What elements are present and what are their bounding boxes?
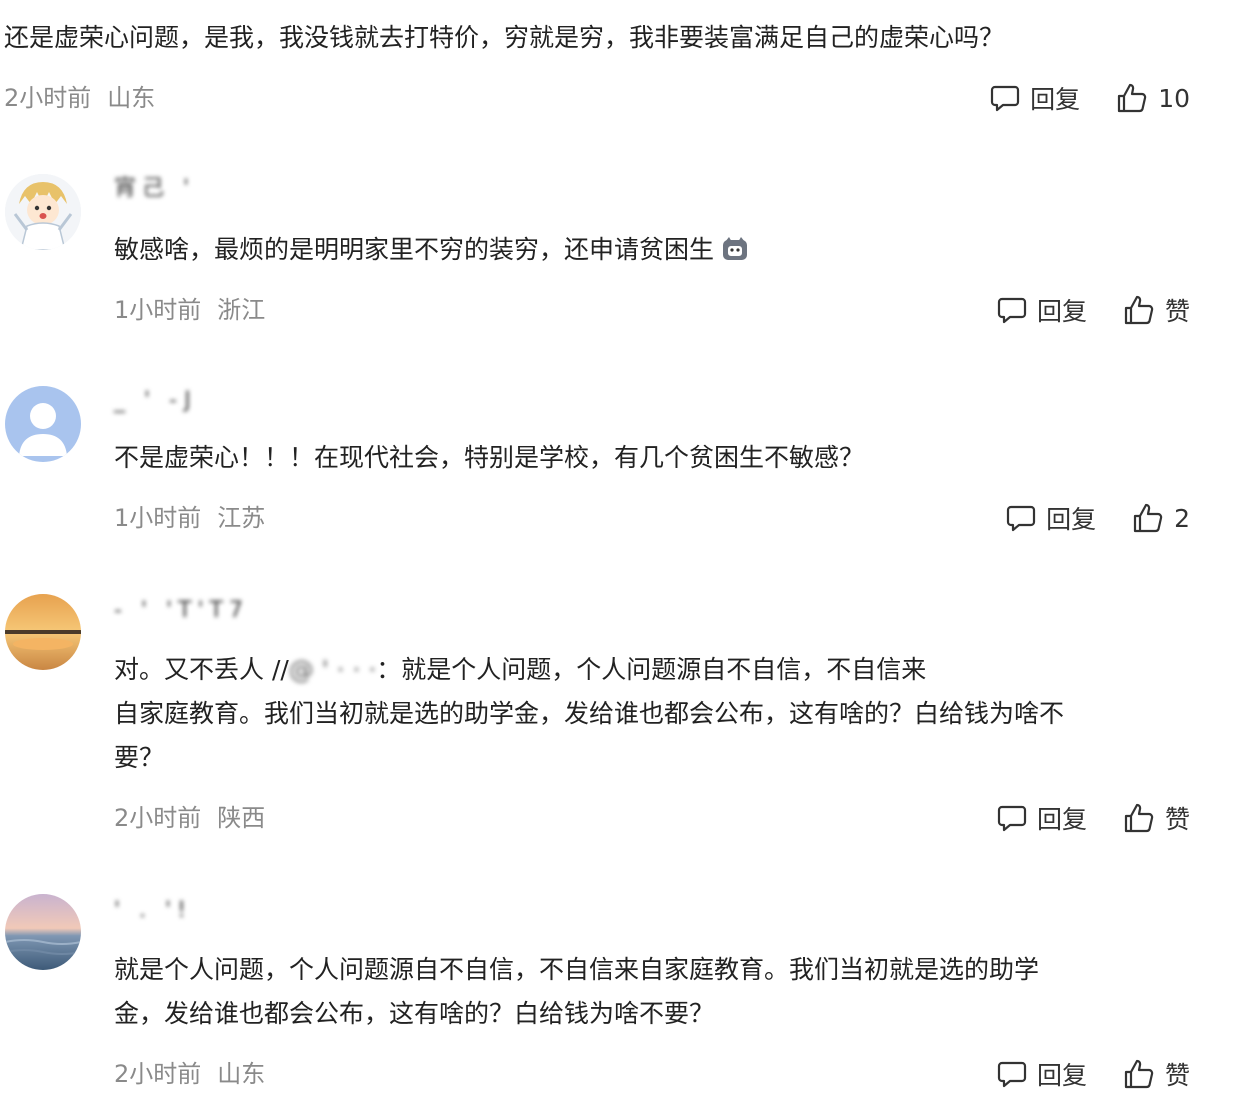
- comment-bubble-icon: [991, 85, 1020, 112]
- comment-text-prefix: 对。又不丢人 //: [114, 655, 289, 684]
- comment-text: 敏感啥，最烦的是明明家里不穷的装穷，还申请贫困生: [114, 228, 748, 272]
- mentioned-user-link[interactable]: @ ' · · ·: [289, 655, 377, 684]
- thumbs-up-icon: [1133, 503, 1163, 533]
- like-button[interactable]: 赞: [1123, 800, 1190, 836]
- like-count: 赞: [1164, 1061, 1190, 1090]
- comment-location: 山东: [107, 84, 156, 112]
- comment-time: 2小时前: [114, 804, 202, 832]
- comment-text-line: 金，发给谁也都会公布，这有啥的？白给钱为啥不要？: [114, 999, 715, 1028]
- reply-button[interactable]: 回复: [997, 292, 1087, 328]
- cat-emoji-icon: [723, 237, 748, 260]
- thumbs-up-icon: [1124, 1059, 1154, 1089]
- comment-actions: 回复 10: [990, 80, 1190, 116]
- comment-meta: 1小时前 江苏: [114, 503, 265, 533]
- thumbs-up-icon: [1118, 83, 1147, 113]
- sunset-avatar-icon[interactable]: [5, 594, 81, 670]
- like-count: 赞: [1164, 805, 1190, 834]
- reply-button[interactable]: 回复: [1006, 500, 1096, 536]
- comment-actions: 回复 赞: [997, 292, 1190, 328]
- reply-label: 回复: [1030, 85, 1081, 114]
- comment-location: 陕西: [217, 804, 266, 832]
- comment-username[interactable]: _ ' -J: [114, 386, 197, 416]
- comment-text: 还是虚荣心问题，是我，我没钱就去打特价，穷就是穷，我非要装富满足自己的虚荣心吗？: [4, 23, 1005, 52]
- comment-username[interactable]: 宵己 ': [114, 174, 195, 204]
- comment-text-line: 要？: [114, 743, 165, 772]
- comment-meta: 2小时前 陕西: [114, 803, 265, 833]
- sea-sunset-avatar-icon[interactable]: [5, 894, 81, 970]
- anime-avatar-icon[interactable]: [5, 174, 81, 250]
- reply-label: 回复: [1046, 505, 1097, 534]
- reply-label: 回复: [1036, 297, 1087, 326]
- comment-text-line: 就是个人问题，个人问题源自不自信，不自信来自家庭教育。我们当初就是选的助学: [114, 955, 1040, 984]
- comment-bubble-icon: [997, 297, 1027, 324]
- like-count: 赞: [1164, 297, 1190, 326]
- comment-bubble-icon: [1006, 505, 1036, 532]
- like-count: 10: [1158, 83, 1190, 113]
- comment-location: 浙江: [217, 296, 266, 324]
- thumbs-up-icon: [1124, 295, 1154, 325]
- comment-actions: 回复 赞: [997, 800, 1190, 836]
- comment-meta: 2小时前 山东: [4, 83, 155, 113]
- comment-time: 2小时前: [114, 1060, 202, 1088]
- comment-username[interactable]: ' . '!: [114, 896, 192, 926]
- like-button[interactable]: 2: [1132, 502, 1190, 534]
- like-count: 2: [1174, 503, 1190, 533]
- comment-bubble-icon: [997, 805, 1027, 832]
- comment-bubble-icon: [997, 1061, 1027, 1088]
- thumbs-up-icon: [1124, 803, 1154, 833]
- reply-button[interactable]: 回复: [990, 80, 1080, 116]
- like-button[interactable]: 赞: [1123, 1056, 1190, 1092]
- reply-label: 回复: [1036, 1061, 1087, 1090]
- comment-text: 对。又不丢人 //@ ' · · ·：就是个人问题，个人问题源自不自信，不自信来: [114, 648, 926, 692]
- comment-actions: 回复 赞: [997, 1056, 1190, 1092]
- comment-actions: 回复 2: [1006, 500, 1190, 536]
- comment-location: 江苏: [217, 504, 266, 532]
- like-button[interactable]: 赞: [1123, 292, 1190, 328]
- comment-text-line: 敏感啥，最烦的是明明家里不穷的装穷，还申请贫困生: [114, 235, 715, 264]
- comment-username[interactable]: - ' 'T'T7: [114, 596, 249, 626]
- comment-text: 不是虚荣心！！！在现代社会，特别是学校，有几个贫困生不敏感？: [114, 443, 865, 472]
- comment-text-line: 自家庭教育。我们当初就是选的助学金，发给谁也都会公布，这有啥的？白给钱为啥不: [114, 699, 1065, 728]
- reply-button[interactable]: 回复: [997, 800, 1087, 836]
- comment-time: 2小时前: [4, 84, 92, 112]
- comment-time: 1小时前: [114, 504, 202, 532]
- reply-button[interactable]: 回复: [997, 1056, 1087, 1092]
- default-user-avatar-icon[interactable]: [5, 386, 81, 462]
- comment-text-suffix: ：就是个人问题，个人问题源自不自信，不自信来: [376, 655, 927, 684]
- reply-label: 回复: [1036, 805, 1087, 834]
- like-button[interactable]: 10: [1116, 82, 1190, 114]
- comment-location: 山东: [217, 1060, 266, 1088]
- comment-time: 1小时前: [114, 296, 202, 324]
- comment-meta: 2小时前 山东: [114, 1059, 265, 1089]
- comment-meta: 1小时前 浙江: [114, 295, 265, 325]
